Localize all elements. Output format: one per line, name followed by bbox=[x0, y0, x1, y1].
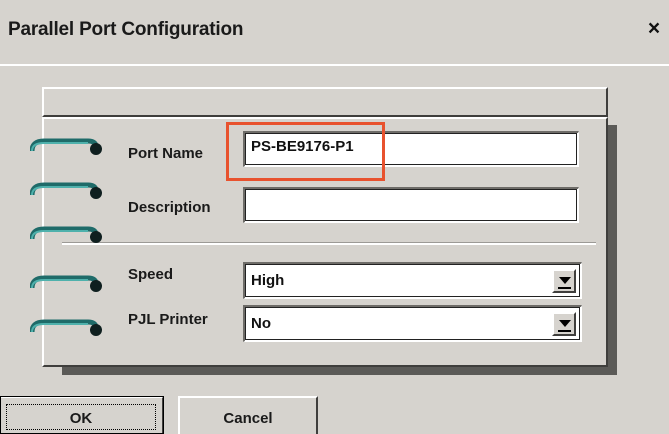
highlight-box bbox=[226, 122, 385, 181]
description-input[interactable] bbox=[243, 187, 579, 223]
pjl-printer-dropdown[interactable]: No bbox=[243, 305, 582, 342]
binder-ring-icon bbox=[30, 226, 102, 243]
binder-ring-icon bbox=[30, 182, 102, 199]
cancel-button-label: Cancel bbox=[223, 410, 273, 427]
divider bbox=[0, 64, 669, 66]
description-label: Description bbox=[128, 199, 211, 216]
pjl-printer-value: No bbox=[251, 315, 271, 332]
section-separator bbox=[62, 242, 596, 245]
title-bar: Parallel Port Configuration × bbox=[0, 0, 669, 65]
speed-value: High bbox=[251, 272, 285, 289]
binder-ring-icon bbox=[30, 138, 102, 155]
speed-dropdown[interactable]: High bbox=[243, 262, 582, 299]
binder-ring-icon bbox=[30, 319, 102, 336]
speed-label: Speed bbox=[128, 266, 174, 283]
pjl-printer-label: PJL Printer bbox=[128, 311, 208, 328]
window-title: Parallel Port Configuration bbox=[8, 19, 244, 40]
ok-button-label: OK bbox=[69, 410, 93, 427]
port-name-label: Port Name bbox=[128, 145, 204, 162]
close-icon[interactable]: × bbox=[643, 17, 665, 41]
binder-ring-icon bbox=[30, 275, 102, 292]
ok-button[interactable]: OK bbox=[0, 396, 164, 434]
dropdown-arrow-icon[interactable] bbox=[552, 269, 576, 293]
notebook-header bbox=[42, 87, 608, 117]
cancel-button[interactable]: Cancel bbox=[178, 396, 318, 434]
dropdown-arrow-icon[interactable] bbox=[552, 312, 576, 336]
